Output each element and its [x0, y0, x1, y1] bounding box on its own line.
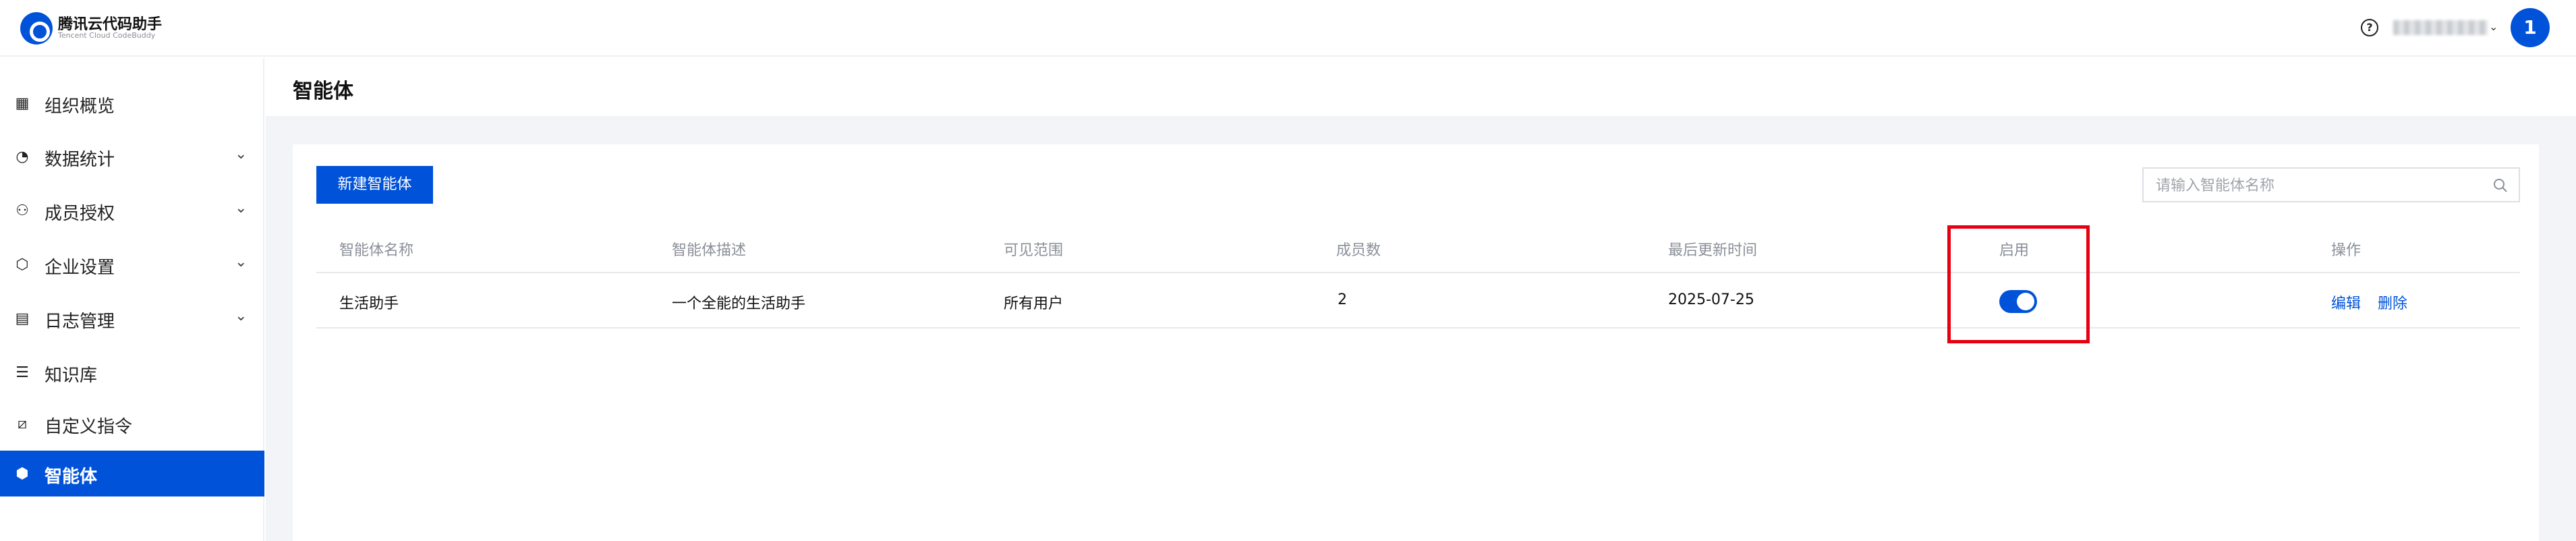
agent-name-cell: 生活助手: [339, 295, 399, 312]
sidebar-item-label: 企业设置: [45, 258, 115, 278]
sidebar-item-agents[interactable]: ⬢ 智能体: [0, 451, 264, 496]
avatar[interactable]: 1: [2511, 8, 2550, 47]
app-subtitle: Tencent Cloud CodeBuddy: [58, 31, 156, 40]
sidebar-item-member-auth[interactable]: ⚇ 成员授权 ⌄: [0, 188, 264, 233]
delete-link[interactable]: 删除: [2378, 291, 2407, 313]
search-box: [2142, 167, 2520, 202]
page-title: 智能体: [293, 80, 353, 103]
sidebar-item-custom-commands[interactable]: ⧄ 自定义指令: [0, 401, 264, 447]
user-icon: ⚇: [16, 202, 29, 219]
sidebar-item-label: 数据统计: [45, 150, 115, 170]
sidebar-item-knowledge-base[interactable]: ☰ 知识库: [0, 349, 264, 395]
cube-icon: ⬢: [16, 465, 29, 482]
search-input[interactable]: [2156, 175, 2480, 196]
sidebar-item-enterprise-settings[interactable]: ⬡ 企业设置 ⌄: [0, 241, 264, 287]
codebuddy-logo-icon[interactable]: [20, 12, 53, 45]
username-redacted[interactable]: [2393, 20, 2488, 35]
chevron-down-icon[interactable]: ⌄: [2489, 20, 2498, 33]
sidebar: ▦ 组织概览 ◔ 数据统计 ⌄ ⚇ 成员授权 ⌄ ⬡ 企业设置 ⌄ ▤ 日志管理…: [0, 58, 264, 541]
column-header-description: 智能体描述: [672, 242, 747, 259]
question-circle-icon[interactable]: ?: [2361, 19, 2378, 36]
agent-visibility-cell: 所有用户: [1004, 295, 1064, 312]
agent-description-cell: 一个全能的生活助手: [672, 295, 806, 312]
pie-chart-icon: ◔: [16, 148, 29, 165]
sidebar-item-label: 智能体: [45, 467, 98, 487]
column-header-name: 智能体名称: [339, 242, 414, 259]
divider: [316, 327, 2520, 329]
column-header-actions: 操作: [2331, 242, 2362, 259]
column-header-members: 成员数: [1336, 242, 1381, 259]
grid-icon: ▦: [15, 95, 30, 112]
edit-link[interactable]: 编辑: [2331, 291, 2361, 313]
sidebar-item-label: 日志管理: [45, 312, 115, 332]
slash-command-icon: ⧄: [18, 416, 27, 432]
column-header-updated: 最后更新时间: [1668, 242, 1758, 259]
column-header-visibility: 可见范围: [1004, 242, 1064, 259]
database-icon: ☰: [16, 364, 29, 381]
agent-members-cell: 2: [1338, 291, 1347, 308]
settings-icon: ⬡: [16, 256, 29, 273]
sidebar-item-label: 知识库: [45, 366, 98, 386]
agent-updated-cell: 2025-07-25: [1668, 291, 1754, 308]
agents-card: [293, 144, 2539, 541]
sidebar-item-org-overview[interactable]: ▦ 组织概览: [0, 80, 264, 126]
divider: [316, 272, 2520, 273]
highlight-box: [1947, 225, 2090, 343]
sidebar-item-data-stats[interactable]: ◔ 数据统计 ⌄: [0, 134, 264, 179]
chevron-down-icon: ⌄: [235, 308, 248, 324]
sidebar-item-label: 成员授权: [45, 204, 115, 224]
chevron-down-icon: ⌄: [235, 200, 248, 217]
new-agent-button[interactable]: 新建智能体: [316, 166, 433, 204]
chevron-down-icon: ⌄: [235, 254, 248, 270]
sidebar-item-label: 组织概览: [45, 96, 115, 117]
sidebar-item-label: 自定义指令: [45, 417, 133, 437]
sidebar-item-log-management[interactable]: ▤ 日志管理 ⌄: [0, 295, 264, 341]
search-icon[interactable]: [2492, 177, 2509, 194]
top-bar: 腾讯云代码助手 Tencent Cloud CodeBuddy ? ⌄ 1: [0, 0, 2576, 57]
calendar-log-icon: ▤: [15, 310, 30, 327]
chevron-down-icon: ⌄: [235, 146, 248, 163]
